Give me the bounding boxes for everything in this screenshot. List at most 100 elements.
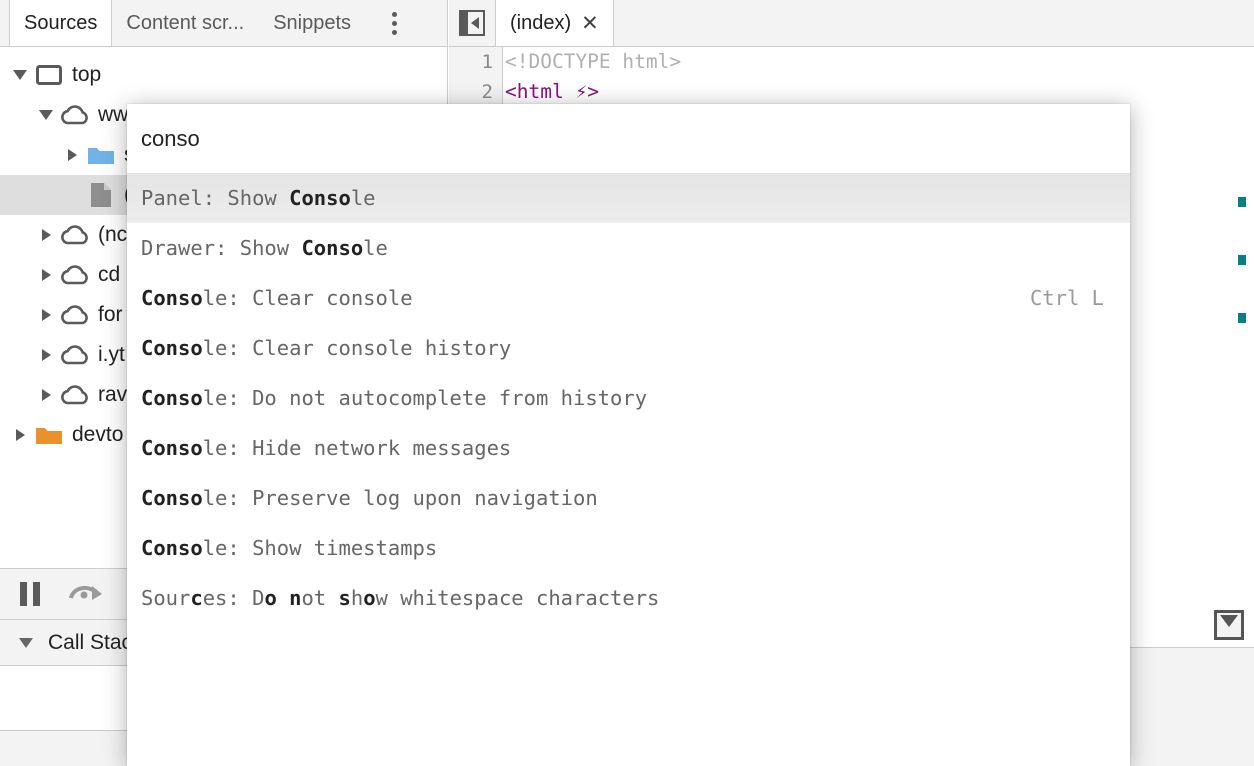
chevron-right-icon[interactable] — [34, 269, 58, 281]
command-palette-input[interactable] — [141, 125, 1116, 152]
tree-item-label: ww — [98, 103, 129, 126]
chevron-down-icon[interactable] — [1214, 610, 1244, 640]
tree-item-label: i.yt — [98, 343, 125, 366]
match-highlight: Conso — [141, 486, 203, 510]
match-highlight: Conso — [141, 536, 203, 560]
tab-snippets-label: Snippets — [273, 11, 352, 34]
chevron-right-icon[interactable] — [8, 429, 32, 441]
folder-orange-icon — [32, 421, 66, 449]
tab-sources-label: Sources — [24, 11, 98, 34]
code-line[interactable]: <html ⚡> — [505, 77, 1254, 107]
tree-item-label: top — [72, 63, 102, 86]
step-over-icon[interactable] — [66, 578, 106, 611]
chevron-down-icon — [14, 637, 38, 648]
chevron-right-icon[interactable] — [34, 389, 58, 401]
call-stack-label: Call Stac — [48, 630, 133, 654]
label-text: w whitespace characters — [375, 586, 660, 610]
chevron-down-icon[interactable] — [34, 110, 58, 120]
match-highlight: Conso — [141, 436, 203, 460]
match-highlight: Conso — [141, 286, 203, 310]
more-dots — [391, 11, 397, 35]
command-palette-item-label: Console: Clear console — [141, 286, 413, 310]
label-text: le: Clear console — [202, 286, 413, 310]
show-navigator-icon[interactable] — [449, 0, 495, 46]
chevron-right-icon[interactable] — [34, 309, 58, 321]
command-palette-item[interactable]: Console: Hide network messages — [127, 423, 1130, 473]
tab-sources[interactable]: Sources — [9, 0, 113, 46]
devtools-window: Sources Content scr... Snippets topwws((… — [0, 0, 1254, 766]
cloud-icon — [58, 381, 92, 409]
editor-tabbar: (index) ✕ — [449, 0, 1254, 47]
label-text: le: Show timestamps — [202, 536, 438, 560]
tab-snippets[interactable]: Snippets — [259, 0, 366, 46]
chevron-right-icon[interactable] — [34, 229, 58, 241]
tree-item-label: (nc — [98, 223, 128, 246]
command-palette-item[interactable]: Panel: Show Console — [127, 173, 1130, 223]
command-palette-item-label: Sources: Do not show whitespace characte… — [141, 586, 659, 610]
line-number: 1 — [481, 51, 493, 73]
cloud-icon — [58, 221, 92, 249]
label-text: le: Hide network messages — [202, 436, 512, 460]
command-palette-dialog[interactable]: Panel: Show ConsoleDrawer: Show ConsoleC… — [127, 104, 1130, 766]
chevron-right-icon[interactable] — [34, 349, 58, 361]
command-palette-item[interactable]: Drawer: Show Console — [127, 223, 1130, 273]
command-palette-results: Panel: Show Console Drawer: Show Console C… — [127, 173, 1130, 623]
label-text: Drawer: Show — [141, 236, 302, 260]
label-text: le — [350, 186, 376, 210]
navigator-toggle-glyph — [459, 10, 485, 36]
match-highlight: Conso — [141, 386, 203, 410]
folder-icon — [84, 141, 118, 169]
label-text: le: Do not autocomplete from history — [202, 386, 648, 410]
tab-content-scripts-label: Content scr... — [126, 11, 245, 34]
sources-tabbar: Sources Content scr... Snippets — [0, 0, 447, 47]
line-number: 2 — [481, 81, 493, 103]
chevron-right-icon[interactable] — [60, 149, 84, 161]
command-palette-item-label: Console: Do not autocomplete from histor… — [141, 386, 647, 410]
command-palette-item-shortcut: Ctrl L — [1029, 286, 1104, 310]
tree-item-label: cd — [98, 263, 121, 286]
label-text: le: Preserve log upon navigation — [202, 486, 598, 510]
tree-item-label: devto — [72, 423, 124, 446]
editor-tab-label: (index) — [510, 11, 572, 34]
command-palette-item-label: Console: Show timestamps — [141, 536, 437, 560]
command-palette-item-label: Console: Clear console history — [141, 336, 511, 360]
command-palette-input-row — [127, 104, 1130, 173]
code-token: ⚡> — [575, 80, 599, 103]
match-highlight: Conso — [289, 186, 351, 210]
code-line[interactable]: <!DOCTYPE html> — [505, 47, 1254, 77]
label-text: Sour — [141, 586, 191, 610]
label-text — [277, 586, 289, 610]
tab-content-scripts[interactable]: Content scr... — [112, 0, 259, 46]
chevron-down-icon[interactable] — [8, 70, 32, 80]
command-palette-item[interactable]: Sources: Do not show whitespace characte… — [127, 573, 1130, 623]
frame-icon — [32, 61, 66, 89]
tree-item-label: for — [98, 303, 123, 326]
pause-icon[interactable] — [20, 582, 40, 606]
command-palette-item[interactable]: Console: Preserve log upon navigation — [127, 473, 1130, 523]
command-palette-item-label: Console: Hide network messages — [141, 436, 511, 460]
command-palette-item-label: Panel: Show Console — [141, 186, 376, 210]
editor-tab-index[interactable]: (index) ✕ — [495, 0, 614, 46]
minimap-marks — [1238, 197, 1248, 371]
cloud-icon — [58, 341, 92, 369]
label-text: le — [363, 236, 388, 260]
more-vertical-icon[interactable] — [372, 0, 416, 46]
code-token: <!DOCTYPE html> — [505, 50, 682, 73]
match-highlight: Conso — [301, 236, 364, 260]
command-palette-item[interactable]: Console: Show timestamps — [127, 523, 1130, 573]
match-highlight: o — [363, 586, 376, 610]
tree-item-top[interactable]: top — [0, 55, 447, 95]
code-token: <html — [505, 80, 564, 103]
match-highlight: s — [338, 586, 351, 610]
chevron-glyph — [1220, 615, 1238, 627]
command-palette-item-label: Drawer: Show Console — [141, 236, 388, 260]
match-highlight: Conso — [141, 336, 203, 360]
command-palette-item[interactable]: Console: Do not autocomplete from histor… — [127, 373, 1130, 423]
command-palette-item[interactable]: Console: Clear console history — [127, 323, 1130, 373]
label-text: h — [350, 586, 364, 610]
close-icon[interactable]: ✕ — [581, 13, 599, 34]
command-palette-item[interactable]: Console: Clear console Ctrl L — [127, 273, 1130, 323]
label-text: ot — [301, 586, 339, 610]
match-highlight: c — [190, 586, 203, 610]
